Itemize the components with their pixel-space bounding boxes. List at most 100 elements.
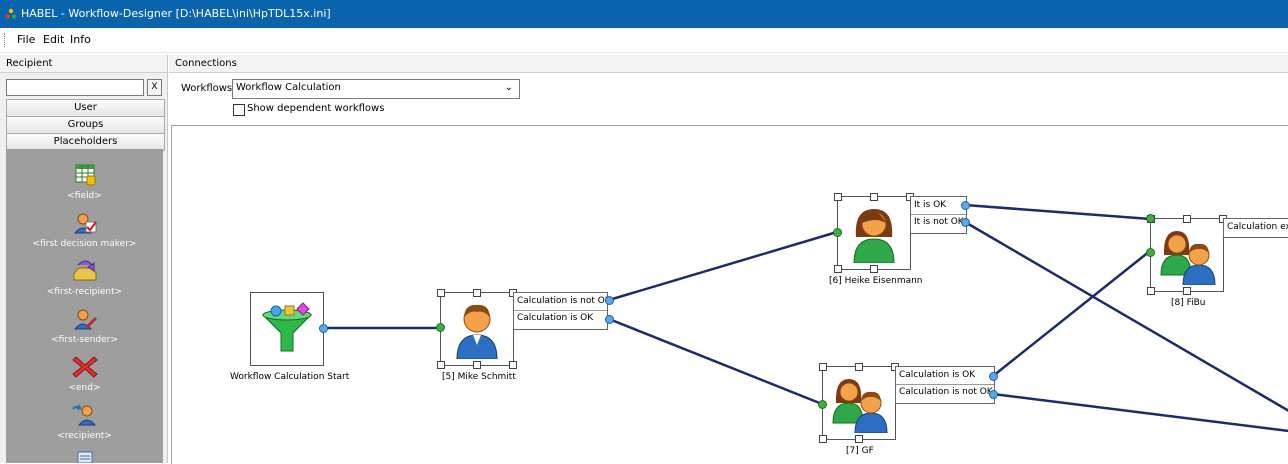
resize-handle[interactable] (1147, 287, 1155, 295)
node-6-label: [6] Heike Eisenmann (829, 276, 923, 286)
connection-n6-notok-offscreen (964, 220, 1288, 412)
n6-out-port-not-ok[interactable] (961, 218, 970, 227)
divider (514, 310, 607, 311)
recipient-search-input[interactable] (6, 79, 144, 96)
category-user-button[interactable]: User (6, 99, 165, 117)
clear-search-button[interactable]: X (147, 79, 162, 96)
n7-in-port[interactable] (818, 400, 827, 409)
habel-app-icon (5, 8, 17, 19)
user-group-icon (832, 379, 888, 433)
placeholder-first-decision-maker[interactable]: <first decision maker> (6, 211, 163, 255)
n5-decision-box: Calculation is not OK Calculation is OK (513, 292, 611, 330)
n5-out-port-not-ok[interactable] (605, 296, 614, 305)
n6-out-port-ok[interactable] (961, 201, 970, 210)
n6-outcome-ok[interactable]: It is OK (914, 200, 946, 210)
connection-n5-ok-to-n7 (608, 317, 823, 406)
placeholder-first-recipient[interactable]: <first-recipient> (6, 259, 163, 303)
n7-outcome-not-ok[interactable]: Calculation is not OK (899, 387, 993, 397)
placeholder-end-label: <end> (68, 383, 101, 393)
connection-n7-notok-offscreen (992, 392, 1288, 433)
n5-in-port[interactable] (436, 323, 445, 332)
resize-handle[interactable] (855, 363, 863, 371)
n7-out-port-ok[interactable] (989, 372, 998, 381)
show-dependent-checkbox[interactable] (233, 104, 245, 116)
placeholder-field[interactable]: <field> (6, 163, 163, 207)
resize-handle[interactable] (855, 435, 863, 443)
placeholder-first-sender[interactable]: <first-sender> (6, 307, 163, 351)
category-groups-button[interactable]: Groups (6, 116, 165, 134)
resize-handle[interactable] (1183, 287, 1191, 295)
n6-decision-box: It is OK It is not OK (910, 196, 967, 234)
resize-handle[interactable] (437, 361, 445, 369)
node-7[interactable] (822, 366, 896, 440)
resize-handle[interactable] (870, 265, 878, 273)
user-male-icon (456, 304, 498, 359)
chevron-down-icon: ⌄ (504, 82, 513, 93)
menu-info[interactable]: Info (70, 33, 91, 46)
placeholder-first-sender-label: <first-sender> (51, 335, 118, 345)
placeholder-recipient[interactable]: <recipient> (6, 403, 163, 447)
placeholder-next[interactable] (6, 451, 163, 463)
show-dependent-label: Show dependent workflows (247, 103, 385, 114)
node-5[interactable] (440, 292, 514, 366)
document-icon (77, 451, 93, 463)
workflow-select[interactable]: Workflow Calculation ⌄ (232, 79, 520, 99)
n5-out-port-ok[interactable] (605, 315, 614, 324)
resize-handle[interactable] (509, 361, 517, 369)
connection-n6-ok-to-n8 (964, 203, 1151, 221)
placeholder-first-recipient-label: <first-recipient> (46, 287, 123, 297)
n6-in-port[interactable] (833, 228, 842, 237)
placeholder-first-decision-maker-label: <first decision maker> (32, 239, 137, 249)
connection-n7-ok-to-n8 (992, 250, 1151, 377)
inbox-arrow-icon (73, 260, 97, 281)
resize-handle[interactable] (819, 363, 827, 371)
placeholder-recipient-label: <recipient> (57, 431, 112, 441)
recipient-header: Recipient (0, 55, 167, 73)
toolbar-grip[interactable] (4, 33, 7, 47)
placeholder-palette: <field> <first decision maker> <first-re… (6, 149, 163, 463)
user-pen-icon (73, 309, 98, 330)
node-7-label: [7] GF (846, 446, 874, 456)
n6-outcome-not-ok[interactable]: It is not OK (914, 217, 964, 227)
resize-handle[interactable] (834, 193, 842, 201)
divider (896, 384, 994, 385)
resize-handle[interactable] (834, 265, 842, 273)
user-arrow-icon (72, 404, 97, 426)
node-start[interactable] (250, 292, 324, 366)
menu-edit[interactable]: Edit (43, 33, 64, 46)
resize-handle[interactable] (437, 289, 445, 297)
n8-outcome-exact[interactable]: Calculation exa (1227, 222, 1288, 232)
menu-file[interactable]: File (17, 33, 35, 46)
resize-handle[interactable] (819, 435, 827, 443)
n5-outcome-ok[interactable]: Calculation is OK (517, 313, 593, 323)
connections-header: Connections (169, 55, 1288, 73)
workflows-label: Workflows (181, 83, 233, 94)
user-checkmark-icon (73, 213, 97, 234)
resize-handle[interactable] (1183, 215, 1191, 223)
title-bar: HABEL - Workflow-Designer [D:\HABEL\ini\… (0, 0, 1288, 28)
node-start-label: Workflow Calculation Start (230, 372, 350, 382)
n7-out-port-not-ok[interactable] (989, 390, 998, 399)
workflow-select-value: Workflow Calculation (236, 82, 341, 93)
n8-in-port-2[interactable] (1146, 248, 1155, 257)
n7-decision-box: Calculation is OK Calculation is not OK (895, 366, 995, 404)
node-6[interactable] (837, 196, 911, 270)
resize-handle[interactable] (870, 193, 878, 201)
placeholder-field-label: <field> (67, 191, 102, 201)
node-8-label: [8] FiBu (1171, 298, 1206, 308)
start-out-port[interactable] (319, 324, 328, 333)
n8-in-port[interactable] (1146, 214, 1155, 223)
placeholder-end[interactable]: <end> (6, 355, 163, 399)
table-field-icon (75, 164, 96, 186)
window-title: HABEL - Workflow-Designer [D:\HABEL\ini\… (21, 7, 331, 20)
funnel-icon (261, 302, 313, 352)
node-8[interactable] (1150, 218, 1224, 292)
red-x-icon (72, 356, 98, 378)
resize-handle[interactable] (473, 361, 481, 369)
n5-outcome-not-ok[interactable]: Calculation is not OK (517, 296, 611, 306)
menu-bar: File Edit Info (0, 28, 1288, 53)
workflow-canvas[interactable]: Workflow Calculation Start Calculation i… (171, 125, 1288, 464)
resize-handle[interactable] (473, 289, 481, 297)
connection-lines (323, 203, 1288, 433)
n7-outcome-ok[interactable]: Calculation is OK (899, 370, 975, 380)
